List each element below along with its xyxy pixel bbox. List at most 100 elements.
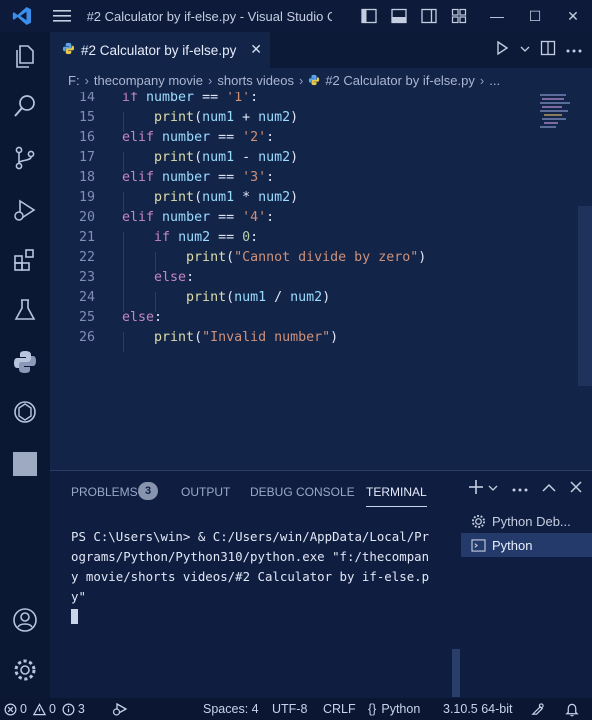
customize-layout-icon[interactable] bbox=[444, 0, 474, 32]
code-editor[interactable]: 14 if number == '1': 15 print(num1 + num2)… bbox=[50, 92, 592, 470]
toggle-sidebar-icon[interactable] bbox=[354, 0, 384, 32]
openai-icon[interactable] bbox=[9, 396, 41, 428]
minimize-button[interactable]: — bbox=[478, 0, 516, 32]
line-number: 22 bbox=[78, 250, 95, 265]
chevron-right-icon: › bbox=[479, 72, 485, 88]
run-file-icon[interactable] bbox=[494, 40, 510, 61]
more-actions-icon[interactable] bbox=[566, 41, 582, 59]
tab-debug-console[interactable]: DEBUG CONSOLE bbox=[250, 485, 355, 499]
debug-gear-icon bbox=[471, 514, 486, 529]
terminal-line: y" bbox=[71, 589, 86, 604]
chevron-right-icon: › bbox=[208, 72, 213, 88]
close-tab-icon[interactable]: ✕ bbox=[250, 41, 262, 58]
status-bar: 0 0 3 Spaces: 4 UTF-8 CRLF {} Python 3.1… bbox=[0, 698, 592, 720]
breadcrumb: F: › thecompany movie › shorts videos › … bbox=[50, 68, 592, 92]
split-editor-icon[interactable] bbox=[540, 40, 556, 61]
code-text: elif number == '2': bbox=[122, 130, 275, 145]
chevron-down-icon[interactable] bbox=[488, 482, 498, 496]
tab-problems[interactable]: PROBLEMS bbox=[71, 485, 138, 499]
line-number: 19 bbox=[78, 190, 95, 205]
close-panel-icon[interactable] bbox=[570, 481, 582, 496]
braces-icon: {} bbox=[368, 702, 377, 716]
indentation-status[interactable]: Spaces: 4 bbox=[203, 698, 259, 720]
chevron-down-icon[interactable] bbox=[520, 41, 530, 59]
warning-icon bbox=[32, 702, 46, 716]
terminal-line: ograms/Python/Python310/python.exe "f:/t… bbox=[71, 549, 430, 564]
square-icon[interactable] bbox=[9, 448, 41, 480]
close-window-button[interactable]: ✕ bbox=[554, 0, 592, 32]
breadcrumb-folder[interactable]: thecompany movie bbox=[94, 73, 203, 88]
breadcrumb-more[interactable]: ... bbox=[489, 73, 500, 88]
code-text: else: bbox=[122, 310, 163, 325]
line-number: 18 bbox=[78, 170, 95, 185]
code-text: if number == '1': bbox=[122, 92, 259, 105]
chevron-right-icon: › bbox=[84, 72, 89, 88]
interpreter-status[interactable]: 3.10.5 64-bit bbox=[443, 698, 513, 720]
line-number: 21 bbox=[78, 230, 95, 245]
testing-icon[interactable] bbox=[9, 294, 41, 326]
code-text: print(num1 + num2) bbox=[154, 110, 299, 125]
terminal-line: PS C:\Users\win> & C:/Users/win/AppData/… bbox=[71, 529, 430, 544]
editor-scrollbar[interactable] bbox=[578, 206, 592, 386]
terminal-item-python[interactable]: Python bbox=[461, 533, 592, 557]
line-number: 17 bbox=[78, 150, 95, 165]
breadcrumb-drive[interactable]: F: bbox=[68, 73, 80, 88]
window-title: #2 Calculator by if-else.py - Visual Stu… bbox=[86, 8, 332, 24]
run-debug-icon[interactable] bbox=[9, 194, 41, 226]
info-icon bbox=[62, 703, 75, 716]
menu-icon[interactable] bbox=[43, 0, 80, 32]
maximize-button[interactable]: ☐ bbox=[516, 0, 554, 32]
explorer-icon[interactable] bbox=[9, 40, 41, 72]
code-text: print("Invalid number") bbox=[154, 330, 339, 345]
tab-terminal[interactable]: TERMINAL bbox=[366, 485, 427, 507]
problems-count-badge: 3 bbox=[138, 482, 158, 500]
minimap[interactable] bbox=[538, 92, 580, 132]
terminal-item-label: Python bbox=[492, 537, 533, 553]
code-text: print(num1 / num2) bbox=[186, 290, 331, 305]
python-file-icon bbox=[62, 42, 75, 58]
maximize-panel-icon[interactable] bbox=[542, 482, 556, 496]
eol-status[interactable]: CRLF bbox=[323, 698, 356, 720]
activity-bar bbox=[0, 32, 50, 698]
settings-icon[interactable] bbox=[9, 654, 41, 686]
language-status[interactable]: {} Python bbox=[368, 698, 420, 720]
line-number: 23 bbox=[78, 270, 95, 285]
code-text: print(num1 - num2) bbox=[154, 150, 299, 165]
terminal-item-label: Python Deb... bbox=[492, 513, 571, 529]
toggle-panel-icon[interactable] bbox=[384, 0, 414, 32]
error-count: 0 bbox=[20, 702, 27, 716]
tab-output[interactable]: OUTPUT bbox=[181, 485, 230, 499]
chevron-right-icon: › bbox=[298, 72, 304, 88]
terminal-line: y movie/shorts videos/#2 Calculator by i… bbox=[71, 569, 430, 584]
info-count: 3 bbox=[77, 702, 85, 716]
new-terminal-icon[interactable] bbox=[468, 479, 484, 498]
extensions-icon[interactable] bbox=[9, 244, 41, 276]
source-control-icon[interactable] bbox=[9, 142, 41, 174]
encoding-status[interactable]: UTF-8 bbox=[272, 698, 307, 720]
line-number: 24 bbox=[78, 290, 95, 305]
code-text: print("Cannot divide by zero") bbox=[186, 250, 427, 265]
account-icon[interactable] bbox=[9, 604, 41, 636]
terminal-scrollbar[interactable] bbox=[452, 649, 460, 697]
notifications-icon[interactable] bbox=[565, 698, 579, 720]
python-file-icon bbox=[308, 74, 320, 86]
problems-status[interactable]: 0 0 3 bbox=[4, 698, 85, 720]
breadcrumb-file[interactable]: #2 Calculator by if-else.py bbox=[325, 73, 475, 88]
terminal-list: Python Deb... Python bbox=[461, 509, 592, 557]
language-label: Python bbox=[381, 702, 421, 716]
breadcrumb-subfolder[interactable]: shorts videos bbox=[217, 73, 294, 88]
terminal-cursor bbox=[71, 609, 78, 624]
terminal-output[interactable]: PS C:\Users\win> & C:/Users/win/AppData/… bbox=[71, 527, 451, 627]
line-number: 25 bbox=[78, 310, 95, 325]
more-actions-icon[interactable] bbox=[512, 482, 528, 496]
tab-calculator-file[interactable]: #2 Calculator by if-else.py ✕ bbox=[50, 32, 270, 68]
python-icon[interactable] bbox=[9, 346, 41, 378]
line-number: 15 bbox=[78, 110, 95, 125]
search-icon[interactable] bbox=[9, 90, 41, 122]
debug-status-icon[interactable] bbox=[112, 698, 128, 720]
terminal-item-python-debug[interactable]: Python Deb... bbox=[461, 509, 592, 533]
warning-count: 0 bbox=[48, 702, 56, 716]
toggle-secondary-sidebar-icon[interactable] bbox=[414, 0, 444, 32]
feedback-icon[interactable] bbox=[530, 698, 545, 720]
error-icon bbox=[4, 703, 17, 716]
